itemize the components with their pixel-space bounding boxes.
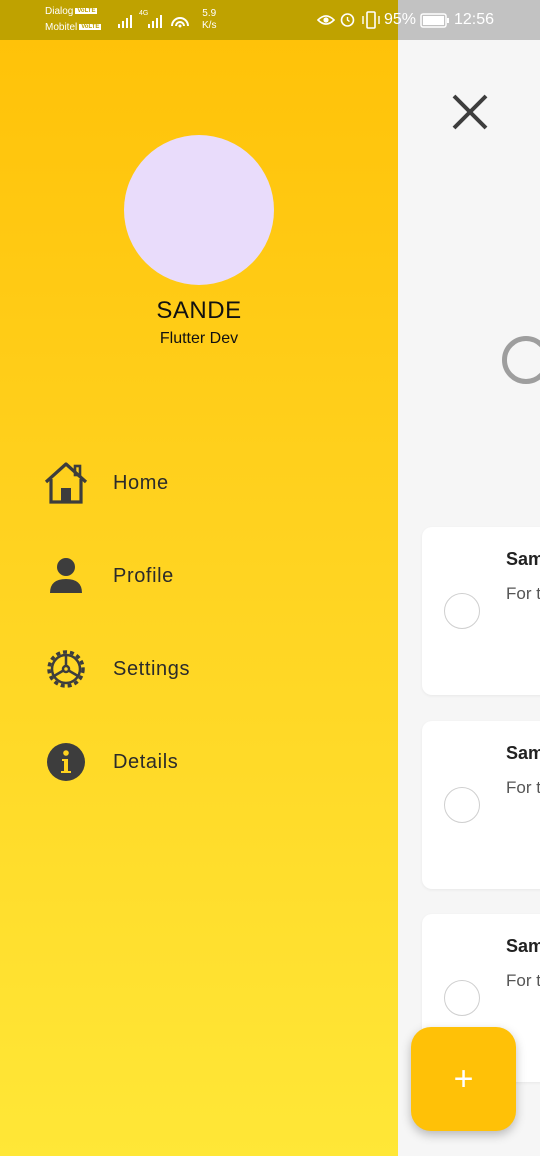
menu-item-home[interactable]: Home <box>40 453 370 513</box>
add-task-button[interactable]: + <box>411 1027 516 1131</box>
carrier-2: Mobitel VoLTE <box>45 22 102 33</box>
home-icon <box>40 453 92 513</box>
user-name: SANDE <box>156 297 242 324</box>
menu-item-label: Profile <box>113 565 174 587</box>
battery-icon <box>420 13 449 28</box>
task-title: Sam <box>506 936 540 956</box>
task-description: For t <box>506 971 540 990</box>
clock: 12:56 <box>454 11 495 28</box>
task-card[interactable]: Sam For t <box>422 527 540 695</box>
task-title: Sam <box>506 743 540 763</box>
signal-icon <box>148 15 162 28</box>
task-checkbox[interactable] <box>444 787 480 823</box>
menu-item-details[interactable]: Details <box>40 732 370 792</box>
volte-badge: VoLTE <box>79 24 102 31</box>
task-card[interactable]: Sam For t <box>422 721 540 889</box>
carrier-1: Dialog VoLTE <box>45 6 98 17</box>
battery-percent: 95% <box>384 11 417 28</box>
network-speed: 5.9 K/s <box>202 8 217 31</box>
navigation-drawer: SANDE Flutter Dev Home Profile Settings … <box>0 0 398 1156</box>
menu-item-label: Settings <box>113 658 191 680</box>
close-icon[interactable] <box>446 88 494 136</box>
vibrate-icon <box>362 11 380 29</box>
task-checkbox[interactable] <box>444 593 480 629</box>
menu-item-settings[interactable]: Settings <box>40 639 370 699</box>
volte-badge: VoLTE <box>75 8 98 15</box>
avatar[interactable] <box>124 135 274 285</box>
menu-item-label: Details <box>113 751 179 773</box>
person-icon <box>40 546 92 606</box>
task-title: Sam <box>506 549 540 569</box>
task-checkbox[interactable] <box>444 980 480 1016</box>
status-bar: Dialog VoLTE Mobitel VoLTE 4G 5.9 K/s 95% 1… <box>0 0 540 40</box>
signal-icon <box>118 15 132 28</box>
menu-item-label: Home <box>113 472 169 494</box>
user-role: Flutter Dev <box>159 330 239 347</box>
wifi-hotspot-icon <box>171 17 189 28</box>
info-icon <box>40 732 92 792</box>
alarm-icon <box>340 13 355 27</box>
gear-icon <box>40 639 92 699</box>
menu-item-profile[interactable]: Profile <box>40 546 370 606</box>
task-description: For t <box>506 778 540 797</box>
eye-icon <box>317 15 335 25</box>
plus-icon: + <box>453 1060 474 1098</box>
task-description: For t <box>506 584 540 603</box>
